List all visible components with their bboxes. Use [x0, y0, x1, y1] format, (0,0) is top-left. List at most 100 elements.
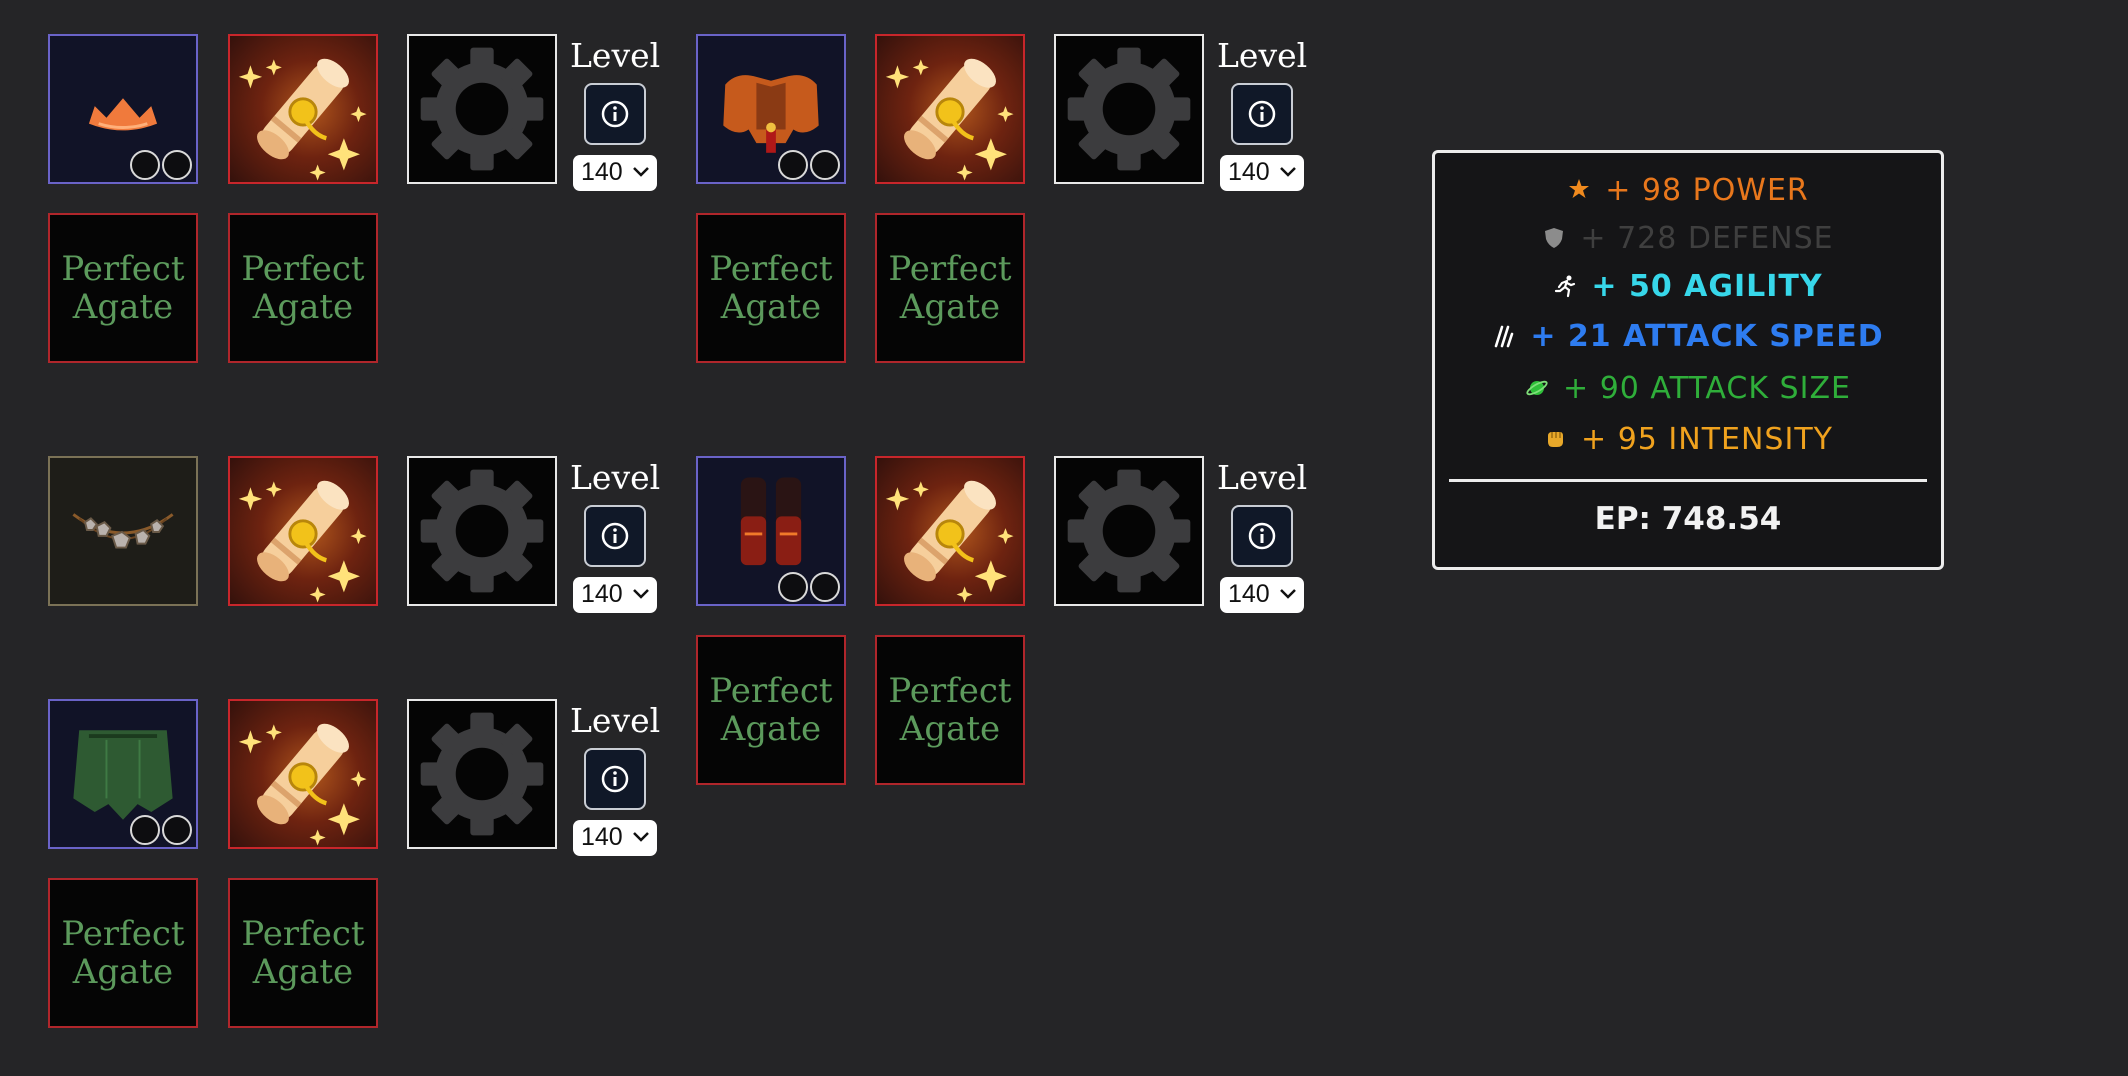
- gear-icon: [409, 701, 555, 847]
- item-slot-head[interactable]: [48, 34, 198, 184]
- enchant-scroll-slot[interactable]: [228, 456, 378, 606]
- item-slot-legs[interactable]: [48, 699, 198, 849]
- gem-slot[interactable]: Perfect Agate: [696, 213, 846, 363]
- level-label: Level: [570, 701, 661, 740]
- item-slot-feet[interactable]: [696, 456, 846, 606]
- gem-name-line2: Agate: [720, 709, 822, 749]
- enchant-scroll-slot[interactable]: [875, 34, 1025, 184]
- info-button[interactable]: [584, 505, 646, 567]
- upgrade-slot[interactable]: [1054, 34, 1204, 184]
- level-select[interactable]: 140: [573, 155, 657, 191]
- upgrade-slot[interactable]: [1054, 456, 1204, 606]
- gem-socket-icon[interactable]: [810, 572, 840, 602]
- gem-slot[interactable]: Perfect Agate: [48, 213, 198, 363]
- chevron-down-icon: [633, 832, 649, 842]
- gem-socket-icon[interactable]: [162, 815, 192, 845]
- level-select-value: 140: [1228, 158, 1270, 186]
- gem-label: Perfect Agate: [61, 250, 184, 326]
- enchant-scroll-icon: [230, 458, 376, 604]
- gem-socket-icon[interactable]: [778, 150, 808, 180]
- enchant-scroll-icon: [230, 701, 376, 847]
- info-circle-icon: [1248, 100, 1276, 128]
- planet-icon: [1525, 373, 1549, 397]
- gem-sockets: [130, 150, 192, 180]
- level-label: Level: [570, 458, 661, 497]
- gear-icon: [409, 458, 555, 604]
- level-select[interactable]: 140: [1220, 577, 1304, 613]
- info-button[interactable]: [1231, 505, 1293, 567]
- gear-icon: [409, 36, 555, 182]
- gem-slot[interactable]: Perfect Agate: [875, 213, 1025, 363]
- upgrade-slot[interactable]: [407, 456, 557, 606]
- shield-icon: [1542, 223, 1566, 248]
- gem-label: Perfect Agate: [888, 672, 1011, 748]
- level-select[interactable]: 140: [573, 820, 657, 856]
- enchant-scroll-slot[interactable]: [875, 456, 1025, 606]
- stat-attack-size: + 90 ATTACK SIZE: [1435, 371, 1941, 406]
- item-slot-neck[interactable]: [48, 456, 198, 606]
- gem-socket-icon[interactable]: [810, 150, 840, 180]
- gem-name-line1: Perfect: [241, 914, 365, 954]
- claw-slash-icon: [1492, 321, 1516, 348]
- gem-slot[interactable]: Perfect Agate: [696, 635, 846, 785]
- stat-attack-size-text: + 90 ATTACK SIZE: [1563, 371, 1851, 406]
- gem-name-line2: Agate: [899, 287, 1001, 327]
- gem-label: Perfect Agate: [709, 250, 832, 326]
- stat-agility-text: + 50 AGILITY: [1591, 269, 1823, 304]
- running-man-icon: [1553, 271, 1577, 298]
- info-button[interactable]: [584, 83, 646, 145]
- gem-sockets: [130, 815, 192, 845]
- level-label: Level: [1217, 458, 1308, 497]
- gem-name-line2: Agate: [899, 709, 1001, 749]
- stat-intensity: + 95 INTENSITY: [1435, 422, 1941, 457]
- gem-name-line1: Perfect: [61, 914, 185, 954]
- enchant-scroll-slot[interactable]: [228, 699, 378, 849]
- level-label: Level: [570, 36, 661, 75]
- gem-label: Perfect Agate: [61, 915, 184, 991]
- stat-defense: + 728 DEFENSE: [1435, 221, 1941, 256]
- power-star-icon: [1567, 175, 1591, 199]
- level-control: Level 140: [570, 36, 660, 191]
- level-select[interactable]: 140: [573, 577, 657, 613]
- panel-divider: [1449, 479, 1927, 482]
- level-control: Level 140: [1217, 458, 1307, 613]
- gem-slot[interactable]: Perfect Agate: [875, 635, 1025, 785]
- level-select-value: 140: [581, 580, 623, 608]
- upgrade-slot[interactable]: [407, 699, 557, 849]
- gem-socket-icon[interactable]: [778, 572, 808, 602]
- gem-socket-icon[interactable]: [162, 150, 192, 180]
- level-select-value: 140: [581, 823, 623, 851]
- chevron-down-icon: [1280, 589, 1296, 599]
- enchant-scroll-slot[interactable]: [228, 34, 378, 184]
- gem-slot[interactable]: Perfect Agate: [48, 878, 198, 1028]
- gem-name-line2: Agate: [72, 952, 174, 992]
- gem-sockets: [778, 572, 840, 602]
- gem-slot[interactable]: Perfect Agate: [228, 213, 378, 363]
- level-label: Level: [1217, 36, 1308, 75]
- gem-name-line1: Perfect: [709, 671, 833, 711]
- enchant-scroll-icon: [877, 458, 1023, 604]
- level-select-value: 140: [581, 158, 623, 186]
- level-select-value: 140: [1228, 580, 1270, 608]
- gem-socket-icon[interactable]: [130, 150, 160, 180]
- info-button[interactable]: [1231, 83, 1293, 145]
- gem-name-line2: Agate: [72, 287, 174, 327]
- necklace-icon: [72, 513, 174, 549]
- gem-label: Perfect Agate: [241, 250, 364, 326]
- stats-summary-panel: + 98 POWER + 728 DEFENSE + 50 AGILITY + …: [1432, 150, 1944, 570]
- info-button[interactable]: [584, 748, 646, 810]
- gem-name-line1: Perfect: [241, 249, 365, 289]
- gem-socket-icon[interactable]: [130, 815, 160, 845]
- level-select[interactable]: 140: [1220, 155, 1304, 191]
- item-slot-chest[interactable]: [696, 34, 846, 184]
- gem-label: Perfect Agate: [241, 915, 364, 991]
- gem-label: Perfect Agate: [888, 250, 1011, 326]
- chevron-down-icon: [1280, 167, 1296, 177]
- gem-name-line2: Agate: [720, 287, 822, 327]
- gem-name-line1: Perfect: [61, 249, 185, 289]
- upgrade-slot[interactable]: [407, 34, 557, 184]
- level-control: Level 140: [1217, 36, 1307, 191]
- gem-slot[interactable]: Perfect Agate: [228, 878, 378, 1028]
- level-control: Level 140: [570, 458, 660, 613]
- ep-value: EP: 748.54: [1594, 501, 1782, 537]
